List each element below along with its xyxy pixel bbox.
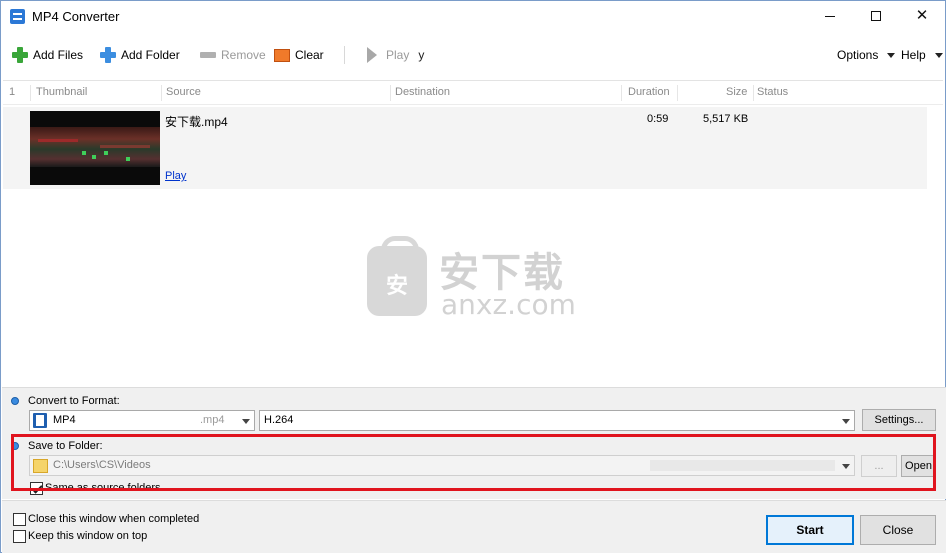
format-extension: .mp4 bbox=[200, 414, 225, 426]
remove-button[interactable]: Remove bbox=[200, 45, 266, 65]
minimize-button[interactable] bbox=[807, 1, 853, 31]
file-list[interactable]: 1 Thumbnail Source Destination Duration … bbox=[3, 80, 943, 386]
play-button[interactable]: Play y bbox=[367, 45, 424, 65]
codec-value: H.264 bbox=[264, 414, 294, 426]
column-divider[interactable] bbox=[753, 85, 754, 101]
column-status[interactable]: Status bbox=[757, 86, 788, 98]
chevron-down-icon bbox=[842, 419, 850, 424]
table-row[interactable]: 安下载.mp4 Play 0:59 5,517 KB bbox=[3, 107, 927, 189]
add-files-label: Add Files bbox=[33, 48, 84, 62]
add-folder-button[interactable]: Add Folder bbox=[100, 45, 180, 65]
app-convert-icon bbox=[10, 9, 25, 24]
window-title: MP4 Converter bbox=[32, 9, 120, 24]
format-select[interactable]: MP4 .mp4 bbox=[29, 410, 255, 431]
play-label: Play bbox=[386, 48, 410, 62]
convert-format-label: Convert to Format: bbox=[28, 395, 120, 407]
remove-icon bbox=[200, 52, 216, 58]
clear-button[interactable]: Clear bbox=[274, 45, 324, 65]
add-folder-icon bbox=[100, 47, 116, 63]
column-divider[interactable] bbox=[30, 85, 31, 101]
column-divider[interactable] bbox=[677, 85, 678, 101]
column-duration[interactable]: Duration bbox=[628, 86, 670, 98]
section-bullet-icon bbox=[11, 397, 19, 405]
help-label: Help bbox=[901, 48, 926, 62]
list-header: 1 Thumbnail Source Destination Duration … bbox=[3, 81, 943, 105]
close-button[interactable]: Close bbox=[860, 515, 936, 545]
codec-select[interactable]: H.264 bbox=[259, 410, 855, 431]
add-folder-label: Add Folder bbox=[121, 48, 180, 62]
title-bar: MP4 Converter ✕ bbox=[1, 1, 945, 31]
start-button[interactable]: Start bbox=[766, 515, 854, 545]
format-name: MP4 bbox=[53, 414, 76, 426]
maximize-button[interactable] bbox=[853, 1, 899, 31]
column-index[interactable]: 1 bbox=[9, 86, 15, 98]
play-suffix: y bbox=[418, 48, 425, 62]
mp4-format-icon bbox=[33, 413, 47, 428]
row-size: 5,517 KB bbox=[703, 113, 749, 125]
options-menu[interactable]: Options bbox=[837, 45, 896, 65]
watermark-logo: 安 安下载 anxz.com bbox=[367, 236, 587, 321]
row-source-filename: 安下载.mp4 bbox=[165, 115, 228, 129]
toolbar: Add Files Add Folder Remove Clear Play y… bbox=[1, 31, 945, 79]
close-when-completed-checkbox[interactable] bbox=[13, 513, 26, 526]
annotation-highlight-box bbox=[11, 434, 936, 491]
options-label: Options bbox=[837, 48, 879, 62]
column-divider[interactable] bbox=[621, 85, 622, 101]
add-files-icon bbox=[12, 47, 28, 63]
app-window: MP4 Converter ✕ Add Files Add Folder Rem… bbox=[0, 0, 946, 553]
minimize-icon bbox=[825, 15, 835, 17]
toolbar-separator bbox=[344, 46, 345, 64]
maximize-icon bbox=[871, 11, 881, 22]
remove-label: Remove bbox=[221, 48, 266, 62]
column-thumbnail[interactable]: Thumbnail bbox=[36, 86, 87, 98]
video-thumbnail bbox=[30, 111, 160, 185]
chevron-down-icon bbox=[934, 52, 943, 58]
column-source[interactable]: Source bbox=[166, 86, 201, 98]
column-divider[interactable] bbox=[390, 85, 391, 101]
play-icon bbox=[367, 47, 377, 63]
close-icon: ✕ bbox=[915, 7, 929, 24]
column-destination[interactable]: Destination bbox=[395, 86, 450, 98]
clear-icon bbox=[274, 48, 290, 62]
settings-button[interactable]: Settings... bbox=[862, 409, 936, 431]
column-divider[interactable] bbox=[161, 85, 162, 101]
watermark-subtitle: anxz.com bbox=[441, 288, 576, 321]
row-play-link[interactable]: Play bbox=[165, 170, 186, 182]
chevron-down-icon bbox=[242, 419, 250, 424]
keep-on-top-label: Keep this window on top bbox=[28, 530, 148, 542]
keep-on-top-checkbox[interactable] bbox=[13, 530, 26, 543]
help-menu[interactable]: Help bbox=[901, 45, 943, 65]
chevron-down-icon bbox=[887, 52, 896, 58]
add-files-button[interactable]: Add Files bbox=[12, 45, 83, 65]
column-size[interactable]: Size bbox=[726, 86, 747, 98]
shopping-bag-icon: 安 bbox=[367, 236, 427, 316]
clear-label: Clear bbox=[295, 48, 324, 62]
row-duration: 0:59 bbox=[647, 113, 669, 125]
close-when-completed-label: Close this window when completed bbox=[28, 513, 200, 525]
close-window-button[interactable]: ✕ bbox=[899, 1, 945, 31]
footer-bar: Close this window when completed Keep th… bbox=[2, 500, 946, 553]
